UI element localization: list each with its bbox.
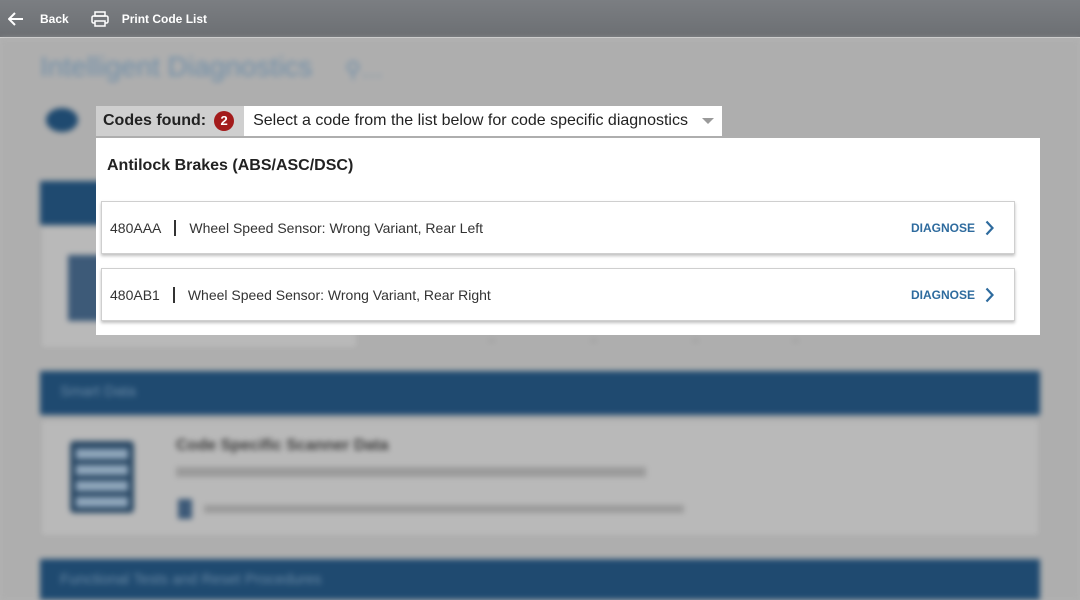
code-group-title: Antilock Brakes (ABS/ASC/DSC) bbox=[107, 157, 354, 174]
bg-num-4: ·· bbox=[792, 335, 800, 347]
caret-down-icon bbox=[702, 118, 715, 124]
printer-icon bbox=[90, 10, 109, 27]
divider bbox=[174, 219, 177, 236]
back-button[interactable]: Back bbox=[0, 0, 69, 38]
bg-num-1: ·· bbox=[488, 335, 496, 347]
scanner-data-icon bbox=[70, 441, 134, 513]
car-icon bbox=[46, 108, 78, 132]
chevron-right-icon bbox=[985, 287, 994, 302]
functional-tests-bar: Functional Tests and Reset Procedures bbox=[40, 559, 1040, 600]
code-description: Wheel Speed Sensor: Wrong Variant, Rear … bbox=[187, 286, 491, 303]
page-title: Intelligent Diagnostics bbox=[40, 51, 313, 82]
top-toolbar: Back Print Code List bbox=[0, 0, 1080, 38]
bg-num-2: ·· bbox=[590, 335, 598, 347]
code-row[interactable]: 480AB1 Wheel Speed Sensor: Wrong Variant… bbox=[101, 268, 1015, 321]
codes-found-label: Codes found: 2 bbox=[96, 106, 245, 136]
chevron-right-icon bbox=[985, 220, 994, 235]
scanner-data-line-2 bbox=[204, 505, 684, 513]
smart-data-bar: Smart Data bbox=[40, 371, 1040, 415]
code-select-dropdown[interactable]: Select a code from the list below for co… bbox=[244, 106, 723, 136]
diagnose-label: DIAGNOSE bbox=[910, 220, 975, 235]
diagnose-label: DIAGNOSE bbox=[910, 287, 975, 302]
scanner-data-heading: Code Specific Scanner Data bbox=[176, 437, 389, 454]
diagnose-link[interactable]: DIAGNOSE bbox=[911, 220, 994, 236]
code-select-text: Select a code from the list below for co… bbox=[253, 112, 688, 129]
info-icon bbox=[178, 499, 192, 519]
code-id: 480AB1 bbox=[110, 286, 160, 303]
back-label: Back bbox=[40, 11, 69, 26]
arrow-left-icon bbox=[8, 11, 23, 26]
codes-count-badge: 2 bbox=[214, 111, 235, 131]
codes-header: Codes found: 2 Select a code from the li… bbox=[96, 106, 723, 136]
title-search-icon: ⚲… bbox=[345, 57, 384, 82]
scanner-data-line-1 bbox=[176, 467, 646, 477]
divider bbox=[172, 286, 175, 303]
code-id: 480AAA bbox=[110, 219, 162, 236]
code-row[interactable]: 480AAA Wheel Speed Sensor: Wrong Variant… bbox=[101, 201, 1015, 254]
codes-found-text: Codes found: bbox=[103, 112, 207, 129]
print-code-list-button[interactable]: Print Code List bbox=[90, 0, 208, 38]
diagnose-link[interactable]: DIAGNOSE bbox=[911, 287, 994, 303]
code-dropdown-panel: Antilock Brakes (ABS/ASC/DSC) 480AAA Whe… bbox=[96, 138, 1040, 335]
code-description: Wheel Speed Sensor: Wrong Variant, Rear … bbox=[189, 219, 484, 236]
print-label: Print Code List bbox=[121, 11, 208, 26]
bg-num-3: ·· bbox=[692, 335, 700, 347]
